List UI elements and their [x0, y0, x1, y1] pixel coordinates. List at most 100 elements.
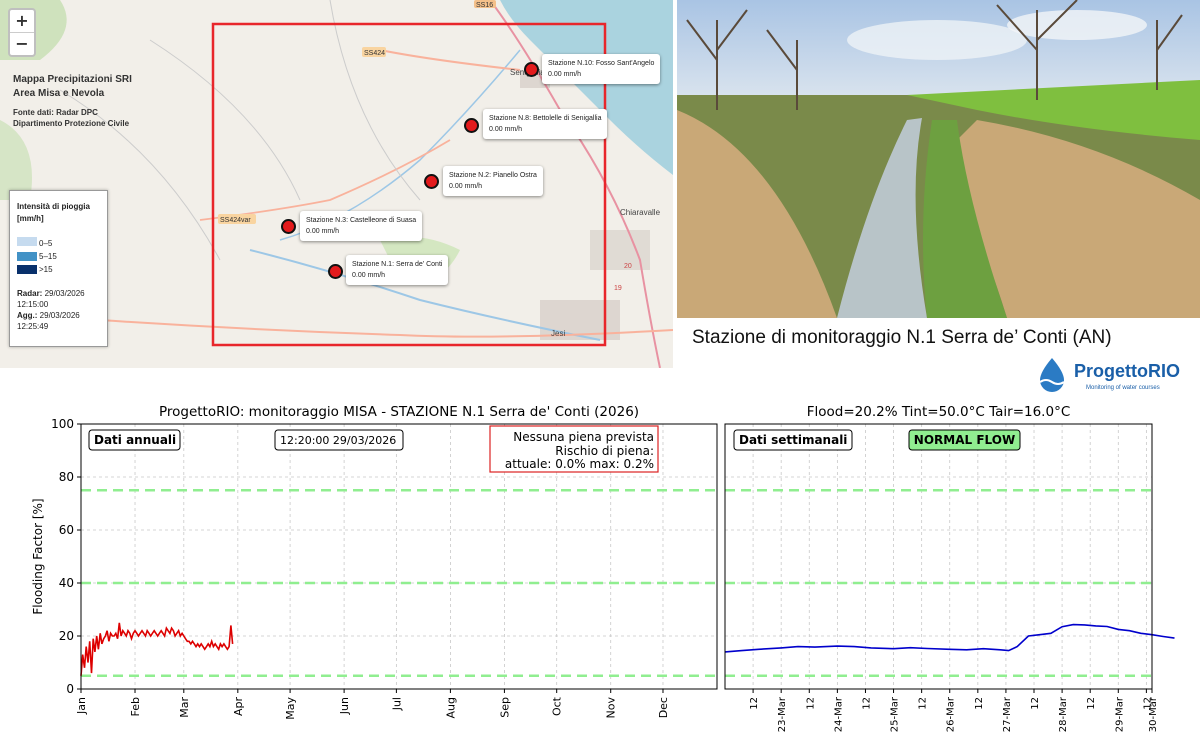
legend-swatch-high [17, 265, 37, 274]
y-tick-label: 40 [59, 576, 74, 590]
legend-swatch-low [17, 237, 37, 246]
legend-swatch-mid [17, 252, 37, 261]
status-text: NORMAL FLOW [914, 433, 1015, 447]
map-source-line1: Fonte dati: Radar DPC [13, 108, 98, 117]
road-label-ss16: SS16 [476, 2, 493, 9]
station-marker-8[interactable] [464, 118, 479, 133]
x-tick-label: Mar [178, 697, 191, 718]
forecast-line2: Rischio di piena: [555, 444, 654, 458]
road-number-20: 20 [624, 263, 632, 270]
station-photo [677, 0, 1200, 318]
agg-date: 29/03/2026 [39, 311, 80, 320]
station-marker-2[interactable] [424, 174, 439, 189]
radar-label: Radar: [17, 289, 43, 298]
x-tick-label: 12 [861, 697, 872, 710]
station-popup-10: Stazione N.10: Fosso Sant'Angelo 0.00 mm… [542, 54, 661, 84]
x-tick-label: May [284, 697, 297, 720]
x-tick-label: 30-Mar [1148, 696, 1159, 732]
x-tick-label: Jul [390, 697, 403, 711]
x-tick-label: Oct [551, 696, 564, 716]
legend-label-mid: 5–15 [39, 252, 57, 261]
zoom-out-button[interactable]: − [10, 32, 34, 55]
annual-box-label: Dati annuali [94, 433, 176, 447]
station-marker-1[interactable] [328, 264, 343, 279]
station-value: 0.00 mm/h [306, 228, 340, 235]
x-tick-label: 12 [918, 697, 929, 710]
x-tick-label: Jun [338, 697, 351, 715]
station-popup-3: Stazione N.3: Castelleone di Suasa 0.00 … [300, 211, 423, 241]
x-tick-label: 23-Mar [777, 696, 788, 732]
x-tick-label: Nov [605, 697, 618, 719]
station-marker-3[interactable] [281, 219, 296, 234]
station-popup-1: Stazione N.1: Serra de' Conti 0.00 mm/h [346, 255, 449, 285]
x-tick-label: 25-Mar [890, 696, 901, 732]
station-value: 0.00 mm/h [548, 71, 582, 78]
forecast-line3: attuale: 0.0% max: 0.2% [505, 457, 654, 471]
x-tick-label: Apr [232, 697, 245, 717]
agg-label: Agg.: [17, 311, 38, 320]
radar-time: 12:15:00 [17, 300, 49, 309]
station-value: 0.00 mm/h [449, 183, 483, 190]
logo-name: ProgettoRIO [1074, 361, 1180, 381]
photo-caption: Stazione di monitoraggio N.1 Serra de’ C… [692, 327, 1112, 348]
station-marker-10[interactable] [524, 62, 539, 77]
station-name: Stazione N.2: Pianello Ostra [449, 172, 537, 179]
x-tick-label: Jan [75, 697, 88, 715]
x-tick-label: 12 [974, 697, 985, 710]
y-axis-label: Flooding Factor [%] [31, 498, 45, 614]
map-title-line2: Area Misa e Nevola [13, 88, 105, 99]
map-source-line2: Dipartimento Protezione Civile [13, 119, 130, 128]
map-title: Mappa Precipitazioni SRI Area Misa e Nev… [13, 73, 132, 129]
logo-tagline: Monitoring of water courses [1086, 385, 1160, 391]
x-tick-label: 24-Mar [833, 696, 844, 732]
y-tick-label: 0 [66, 682, 74, 696]
y-tick-label: 60 [59, 523, 74, 537]
legend-label-low: 0–5 [39, 239, 53, 248]
weekly-chart-title: Flood=20.2% Tint=50.0°C Tair=16.0°C [807, 404, 1071, 420]
agg-time: 12:25:49 [17, 322, 49, 331]
radar-date: 29/03/2026 [44, 289, 85, 298]
x-tick-label: 26-Mar [946, 696, 957, 732]
weekly-box-label: Dati settimanali [739, 433, 847, 447]
station-value: 0.00 mm/h [489, 126, 523, 133]
series-line [80, 622, 234, 676]
x-tick-label: 29-Mar [1114, 696, 1125, 732]
y-tick-label: 20 [59, 629, 74, 643]
place-label-chiaravalle: Chiaravalle [620, 208, 661, 217]
station-value: 0.00 mm/h [352, 272, 386, 279]
legend-title-line1: Intensità di pioggia [17, 202, 90, 211]
station-popup-8: Stazione N.8: Bettolelle di Senigallia 0… [483, 109, 608, 139]
x-tick-label: Dec [657, 697, 670, 718]
place-label-jesi: Jesi [551, 329, 565, 338]
flooding-factor-charts: Jan Feb Mar Apr May Jun Jul Aug Sep Oct Nov Dec 0 20 4… [31, 404, 1175, 732]
road-number-19: 19 [614, 285, 622, 292]
legend-label-high: >15 [39, 265, 53, 274]
timestamp-text: 12:20:00 29/03/2026 [280, 434, 396, 447]
x-tick-label: Feb [129, 697, 142, 716]
station-name: Stazione N.8: Bettolelle di Senigallia [489, 115, 602, 122]
x-tick-label: 12 [805, 697, 816, 710]
road-label-ss424var: SS424var [220, 217, 251, 224]
zoom-control: + − [8, 8, 36, 57]
chart-title: ProgettoRIO: monitoraggio MISA - STAZION… [159, 404, 639, 420]
x-tick-label: 27-Mar [1002, 696, 1013, 732]
x-tick-label: 12 [1030, 697, 1041, 710]
x-tick-label: Aug [444, 697, 457, 718]
legend-title-line2: [mm/h] [17, 214, 44, 223]
x-tick-label: Sep [498, 697, 511, 718]
map-title-line1: Mappa Precipitazioni SRI [13, 74, 132, 85]
station-popup-2: Stazione N.2: Pianello Ostra 0.00 mm/h [443, 166, 543, 196]
station-name: Stazione N.10: Fosso Sant'Angelo [548, 60, 655, 67]
road-label-ss424: SS424 [364, 50, 385, 57]
x-tick-label: 12 [1086, 697, 1097, 710]
x-tick-label: 28-Mar [1058, 696, 1069, 732]
rain-intensity-legend: Intensità di pioggia [mm/h] 0–5 5–15 >15… [9, 190, 108, 347]
station-name: Stazione N.1: Serra de' Conti [352, 261, 443, 268]
y-tick-label: 100 [51, 417, 74, 431]
zoom-in-button[interactable]: + [10, 10, 34, 32]
precipitation-map[interactable]: SS16 SS424 SS424var Senigallia Chiaraval… [0, 0, 673, 368]
forecast-line1: Nessuna piena prevista [513, 430, 654, 444]
x-tick-label: 12 [749, 697, 760, 710]
station-name: Stazione N.3: Castelleone di Suasa [306, 217, 417, 224]
y-tick-label: 80 [59, 470, 74, 484]
